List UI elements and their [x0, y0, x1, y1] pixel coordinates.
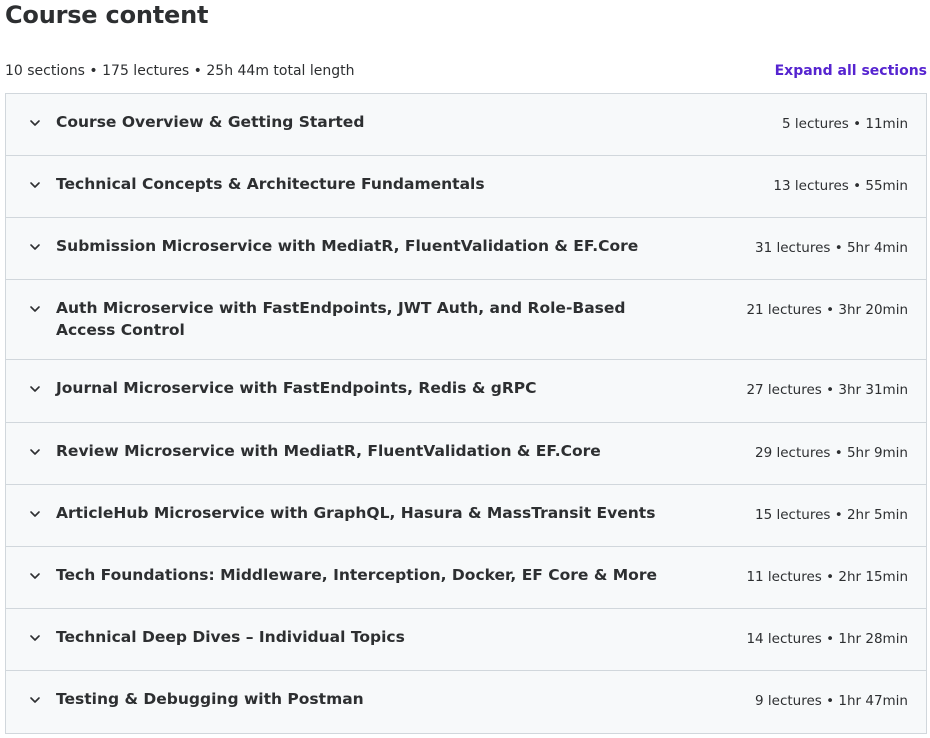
section-row[interactable]: Course Overview & Getting Started 5 lect… [6, 94, 926, 156]
chevron-down-icon [28, 693, 42, 707]
section-title: Submission Microservice with MediatR, Fl… [56, 237, 639, 255]
chevron-down-icon [28, 178, 42, 192]
chevron-down-icon [28, 302, 42, 316]
section-meta: 27 lectures • 3hr 31min [746, 382, 908, 398]
section-meta: 29 lectures • 5hr 9min [755, 445, 908, 461]
section-row[interactable]: Technical Deep Dives – Individual Topics… [6, 609, 926, 671]
chevron-down-icon [28, 240, 42, 254]
chevron-down-icon [28, 116, 42, 130]
section-title: Technical Deep Dives – Individual Topics [56, 628, 405, 646]
section-row[interactable]: Auth Microservice with FastEndpoints, JW… [6, 280, 926, 360]
section-title: Review Microservice with MediatR, Fluent… [56, 442, 601, 460]
course-summary-text: 10 sections • 175 lectures • 25h 44m tot… [5, 63, 355, 79]
section-title: ArticleHub Microservice with GraphQL, Ha… [56, 504, 656, 522]
section-row[interactable]: Review Microservice with MediatR, Fluent… [6, 423, 926, 485]
section-meta: 21 lectures • 3hr 20min [746, 302, 908, 318]
section-meta: 5 lectures • 11min [782, 116, 908, 132]
course-summary-bar: 10 sections • 175 lectures • 25h 44m tot… [5, 60, 927, 82]
section-meta: 14 lectures • 1hr 28min [746, 631, 908, 647]
chevron-down-icon [28, 569, 42, 583]
section-title: Testing & Debugging with Postman [56, 690, 364, 708]
section-row[interactable]: Journal Microservice with FastEndpoints,… [6, 360, 926, 423]
section-title: Journal Microservice with FastEndpoints,… [56, 379, 537, 397]
chevron-down-icon [28, 382, 42, 396]
section-row[interactable]: Testing & Debugging with Postman 9 lectu… [6, 671, 926, 734]
chevron-down-icon [28, 631, 42, 645]
chevron-down-icon [28, 507, 42, 521]
section-row[interactable]: Technical Concepts & Architecture Fundam… [6, 156, 926, 218]
page-title: Course content [5, 1, 209, 29]
section-row[interactable]: Tech Foundations: Middleware, Intercepti… [6, 547, 926, 609]
section-title: Technical Concepts & Architecture Fundam… [56, 175, 485, 193]
section-meta: 11 lectures • 2hr 15min [746, 569, 908, 585]
section-list: Course Overview & Getting Started 5 lect… [5, 93, 927, 734]
expand-all-sections-button[interactable]: Expand all sections [775, 60, 927, 82]
section-meta: 9 lectures • 1hr 47min [755, 693, 908, 709]
section-meta: 31 lectures • 5hr 4min [755, 240, 908, 256]
section-title: Auth Microservice with FastEndpoints, JW… [56, 299, 626, 339]
section-row[interactable]: ArticleHub Microservice with GraphQL, Ha… [6, 485, 926, 547]
section-meta: 13 lectures • 55min [773, 178, 908, 194]
chevron-down-icon [28, 445, 42, 459]
section-meta: 15 lectures • 2hr 5min [755, 507, 908, 523]
section-title: Tech Foundations: Middleware, Intercepti… [56, 566, 657, 584]
section-title: Course Overview & Getting Started [56, 113, 365, 131]
section-row[interactable]: Submission Microservice with MediatR, Fl… [6, 218, 926, 280]
